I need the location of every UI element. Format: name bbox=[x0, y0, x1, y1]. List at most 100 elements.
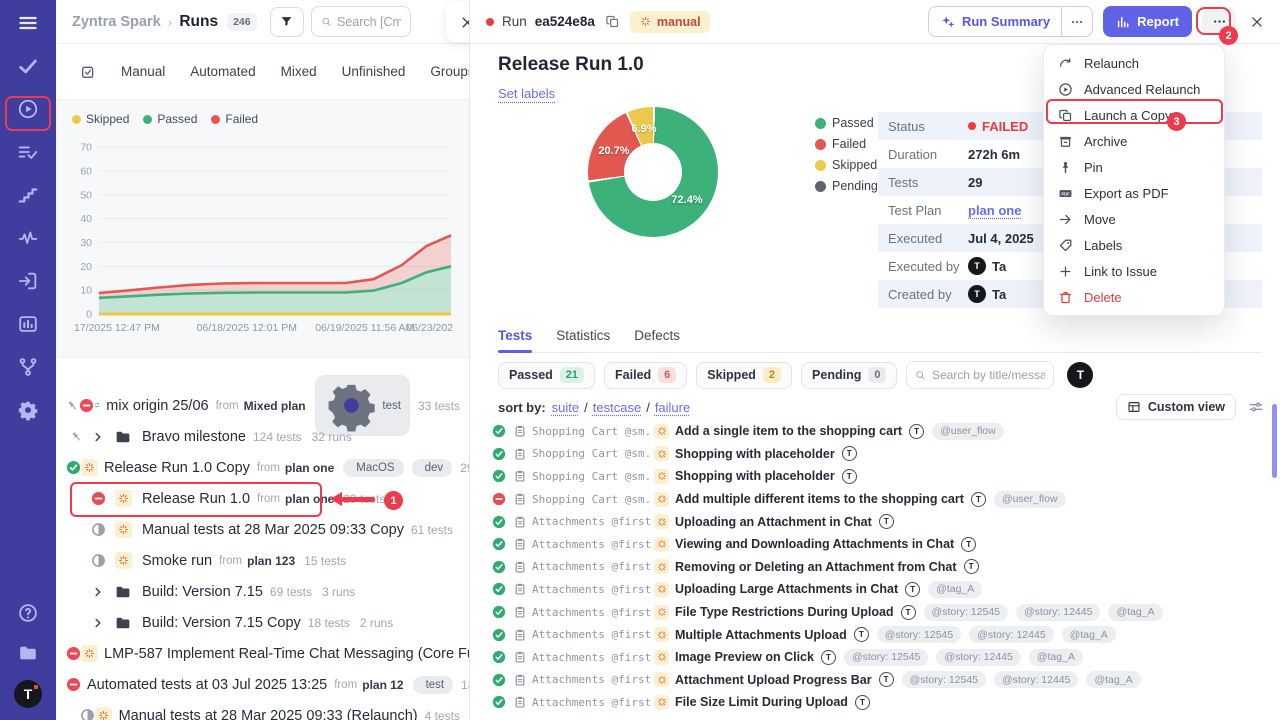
sort-option-testcase[interactable]: testcase bbox=[593, 400, 641, 415]
menu-item-archive[interactable]: Archive bbox=[1044, 128, 1224, 154]
run-plan[interactable]: plan 123 bbox=[247, 554, 295, 568]
run-env-chip[interactable]: MacOS bbox=[343, 459, 403, 477]
sort-option-suite[interactable]: suite bbox=[552, 400, 579, 415]
menu-item-relaunch[interactable]: Relaunch bbox=[1044, 50, 1224, 76]
filter-chip-failed[interactable]: Failed6 bbox=[604, 362, 687, 389]
run-env-chip[interactable]: test bbox=[413, 676, 454, 694]
run-list-item[interactable]: Release Run 1.0fromplan one29 tests bbox=[56, 483, 470, 514]
sidebar-item-menu[interactable] bbox=[10, 10, 46, 36]
run-list-item[interactable]: Build: Version 7.1569 tests3 runs bbox=[56, 576, 470, 607]
test-row[interactable]: Shopping Cart @sm...Add multiple differe… bbox=[488, 488, 1272, 511]
sidebar-item-check[interactable] bbox=[10, 53, 46, 79]
set-labels-link[interactable]: Set labels bbox=[498, 86, 555, 101]
runs-tab-unfinished[interactable]: Unfinished bbox=[342, 64, 406, 79]
tests-search-input[interactable] bbox=[932, 368, 1046, 382]
breadcrumb-section[interactable]: Runs bbox=[179, 13, 218, 31]
runs-tab-groups[interactable]: Groups bbox=[430, 64, 470, 79]
test-tag[interactable]: @story: 12445 bbox=[994, 671, 1078, 688]
runs-tab-automated[interactable]: Automated bbox=[190, 64, 255, 79]
test-row[interactable]: Attachments @firstRemoving or Deleting a… bbox=[488, 556, 1272, 579]
test-row[interactable]: Attachments @firstFile Type Restrictions… bbox=[488, 601, 1272, 624]
test-row[interactable]: Shopping Cart @sm...Shopping with placeh… bbox=[488, 465, 1272, 488]
run-list-item[interactable]: Release Run 1.0 Copyfromplan oneMacOSdev… bbox=[56, 452, 470, 483]
test-row[interactable]: Attachments @firstUploading Large Attach… bbox=[488, 578, 1272, 601]
tests-scrollbar[interactable] bbox=[1272, 404, 1277, 478]
filter-button[interactable] bbox=[270, 7, 304, 37]
run-plan[interactable]: plan 12 bbox=[362, 678, 403, 692]
test-tag[interactable]: @user_flow bbox=[994, 491, 1066, 508]
run-detail-close-button[interactable] bbox=[1248, 13, 1266, 31]
run-summary-more-button[interactable] bbox=[1061, 7, 1092, 36]
report-button[interactable]: Report bbox=[1103, 6, 1192, 37]
menu-item-move[interactable]: Move bbox=[1044, 206, 1224, 232]
test-row[interactable]: Attachments @firstImage Preview on Click… bbox=[488, 646, 1272, 669]
test-row[interactable]: Attachments @firstMultiple Attachments U… bbox=[488, 623, 1272, 646]
run-list-item[interactable]: mix origin 25/06fromMixed plantest33 tes… bbox=[56, 390, 470, 421]
menu-item-advanced-relaunch[interactable]: Advanced Relaunch bbox=[1044, 76, 1224, 102]
run-list-item[interactable]: Manual tests at 28 Mar 2025 09:33 (Relau… bbox=[56, 700, 470, 720]
workspace-logo[interactable]: T bbox=[14, 680, 42, 708]
test-row[interactable]: Shopping Cart @sm...Shopping with placeh… bbox=[488, 443, 1272, 466]
sidebar-item-gear[interactable] bbox=[10, 397, 46, 423]
filter-chip-passed[interactable]: Passed21 bbox=[498, 362, 595, 389]
test-tag[interactable]: @story: 12545 bbox=[924, 604, 1008, 621]
test-row[interactable]: Attachments @firstUploading an Attachmen… bbox=[488, 510, 1272, 533]
run-summary-button[interactable]: Run Summary bbox=[929, 7, 1061, 36]
test-tag[interactable]: @story: 12545 bbox=[877, 626, 961, 643]
run-list-item[interactable]: Automated tests at 03 Jul 2025 13:25from… bbox=[56, 669, 470, 700]
user-avatar[interactable]: T bbox=[1067, 362, 1093, 388]
select-runs-button[interactable] bbox=[80, 59, 96, 85]
test-tag[interactable]: @tag_A bbox=[928, 581, 982, 598]
test-tag[interactable]: @tag_A bbox=[1108, 604, 1162, 621]
sidebar-item-branch[interactable] bbox=[10, 354, 46, 380]
run-plan[interactable]: plan one bbox=[285, 492, 334, 506]
sidebar-item-bar-chart[interactable] bbox=[10, 311, 46, 337]
menu-item-labels[interactable]: Labels bbox=[1044, 232, 1224, 258]
sidebar-item-list-check[interactable] bbox=[10, 139, 46, 165]
run-plan[interactable]: plan one bbox=[285, 461, 334, 475]
test-row[interactable]: Attachments @firstViewing and Downloadin… bbox=[488, 533, 1272, 556]
run-env-chip[interactable]: dev bbox=[412, 459, 453, 477]
sidebar-item-steps[interactable] bbox=[10, 182, 46, 208]
runs-tab-manual[interactable]: Manual bbox=[121, 64, 165, 79]
sidebar-item-activity[interactable] bbox=[10, 225, 46, 251]
menu-item-delete[interactable]: Delete bbox=[1044, 284, 1224, 310]
sidebar-item-import[interactable] bbox=[10, 268, 46, 294]
run-list-item[interactable]: LMP-587 Implement Real-Time Chat Messagi… bbox=[56, 638, 470, 669]
test-tag[interactable]: @tag_A bbox=[1086, 671, 1140, 688]
test-tag[interactable]: @tag_A bbox=[1062, 626, 1116, 643]
copy-run-id-button[interactable] bbox=[603, 12, 622, 31]
tab-tests[interactable]: Tests bbox=[498, 328, 532, 352]
test-tag[interactable]: @story: 12545 bbox=[902, 671, 986, 688]
run-env-chip[interactable]: test bbox=[315, 375, 410, 436]
test-tag[interactable]: @tag_A bbox=[1029, 649, 1083, 666]
sidebar-item-folder[interactable] bbox=[10, 640, 46, 666]
run-list-item[interactable]: Smoke runfromplan 12315 tests bbox=[56, 545, 470, 576]
menu-item-export-as-pdf[interactable]: PDFExport as PDF bbox=[1044, 180, 1224, 206]
custom-view-button[interactable]: Custom view bbox=[1116, 394, 1236, 420]
test-tag[interactable]: @story: 12445 bbox=[936, 649, 1020, 666]
test-row[interactable]: Shopping Cart @sm...Add a single item to… bbox=[488, 420, 1272, 443]
breadcrumb-project[interactable]: Zyntra Spark bbox=[72, 14, 161, 30]
view-settings-button[interactable] bbox=[1248, 399, 1264, 415]
test-tag[interactable]: @story: 12445 bbox=[969, 626, 1053, 643]
filter-chip-skipped[interactable]: Skipped2 bbox=[696, 362, 792, 389]
tab-statistics[interactable]: Statistics bbox=[556, 328, 610, 352]
runs-tab-mixed[interactable]: Mixed bbox=[281, 64, 317, 79]
test-row[interactable]: Attachments @firstAttachment Upload Prog… bbox=[488, 669, 1272, 692]
test-row[interactable]: Attachments @firstFile Size Limit During… bbox=[488, 691, 1272, 714]
tab-defects[interactable]: Defects bbox=[634, 328, 680, 352]
menu-item-pin[interactable]: Pin bbox=[1044, 154, 1224, 180]
test-tag[interactable]: @user_flow bbox=[932, 423, 1004, 440]
sort-option-failure[interactable]: failure bbox=[655, 400, 690, 415]
run-plan[interactable]: Mixed plan bbox=[244, 399, 306, 413]
menu-item-launch-a-copy[interactable]: Launch a Copy bbox=[1044, 102, 1224, 128]
menu-item-link-to-issue[interactable]: Link to Issue bbox=[1044, 258, 1224, 284]
sidebar-item-help[interactable] bbox=[10, 600, 46, 626]
stat-value-link[interactable]: plan one bbox=[968, 203, 1021, 218]
runs-panel-close-button[interactable] bbox=[446, 2, 470, 42]
test-tag[interactable]: @story: 12445 bbox=[1016, 604, 1100, 621]
filter-chip-pending[interactable]: Pending0 bbox=[801, 362, 897, 389]
test-tag[interactable]: @story: 12545 bbox=[844, 649, 928, 666]
run-list-item[interactable]: Build: Version 7.15 Copy18 tests2 runs bbox=[56, 607, 470, 638]
